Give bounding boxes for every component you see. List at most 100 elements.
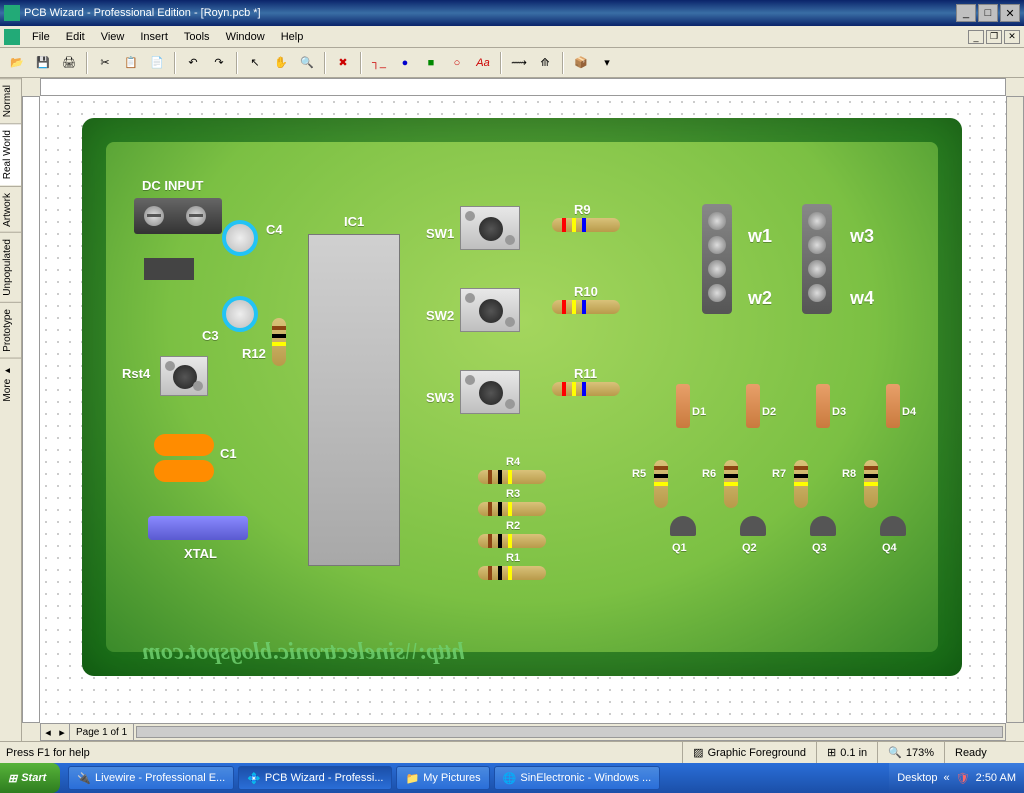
pcb-board[interactable]: DC INPUT C4 C3 R12 Rst4 xyxy=(82,118,962,676)
diode-d4[interactable] xyxy=(886,384,900,428)
terminal-block-2[interactable] xyxy=(802,204,832,314)
tray-shield-icon[interactable]: 🛡 xyxy=(956,772,970,785)
resistor-r1[interactable] xyxy=(478,566,546,580)
dc-input-terminal[interactable] xyxy=(134,198,222,234)
resistor-r7[interactable] xyxy=(794,460,808,508)
menu-edit[interactable]: Edit xyxy=(58,28,93,46)
cap-c1b[interactable] xyxy=(154,460,214,482)
transistor-q4[interactable] xyxy=(880,516,906,536)
mdi-restore-button[interactable]: ❐ xyxy=(986,30,1002,44)
cap-c1a[interactable] xyxy=(154,434,214,456)
text-tool[interactable]: Aa xyxy=(472,52,494,74)
tab-artwork[interactable]: Artwork xyxy=(0,186,21,233)
tab-unpopulated[interactable]: Unpopulated xyxy=(0,232,21,302)
diode-d2[interactable] xyxy=(746,384,760,428)
delete-button[interactable]: ✖ xyxy=(332,52,354,74)
menu-tools[interactable]: Tools xyxy=(176,28,218,46)
minimize-button[interactable]: _ xyxy=(956,4,976,22)
clock[interactable]: 2:50 AM xyxy=(976,772,1016,784)
route-tool[interactable]: ⟿ xyxy=(508,52,530,74)
ic1-chip[interactable] xyxy=(308,234,400,566)
tab-normal[interactable]: Normal xyxy=(0,78,21,123)
unroute-tool[interactable]: ⟰ xyxy=(534,52,556,74)
terminal-block-1[interactable] xyxy=(702,204,732,314)
resistor-r4[interactable] xyxy=(478,470,546,484)
rect-tool[interactable]: ■ xyxy=(420,52,442,74)
label-r7[interactable]: R7 xyxy=(772,468,786,480)
redo-button[interactable]: ↷ xyxy=(208,52,230,74)
status-zoom[interactable]: 🔍173% xyxy=(877,742,944,763)
menu-file[interactable]: File xyxy=(24,28,58,46)
select-tool[interactable]: ↖ xyxy=(244,52,266,74)
ellipse-tool[interactable]: ○ xyxy=(446,52,468,74)
label-d1: D1 xyxy=(692,406,706,418)
resistor-r5[interactable] xyxy=(654,460,668,508)
label-q3: Q3 xyxy=(812,542,827,554)
tab-real-world[interactable]: Real World xyxy=(0,123,21,185)
status-grid[interactable]: ⊞0.1 in xyxy=(816,742,877,763)
menu-view[interactable]: View xyxy=(93,28,133,46)
close-button[interactable]: ✕ xyxy=(1000,4,1020,22)
desktop-toolbar[interactable]: Desktop xyxy=(897,772,937,784)
switch-rst[interactable] xyxy=(160,356,208,396)
view-tabs: Normal Real World Artwork Unpopulated Pr… xyxy=(0,78,22,741)
tab-prototype[interactable]: Prototype xyxy=(0,302,21,358)
transistor-q3[interactable] xyxy=(810,516,836,536)
crystal[interactable] xyxy=(148,516,248,540)
track-tool[interactable]: ┐_ xyxy=(368,52,390,74)
diode-d3[interactable] xyxy=(816,384,830,428)
task-sinelectronic[interactable]: 🌐SinElectronic - Windows ... xyxy=(494,766,661,790)
switch-sw2[interactable] xyxy=(460,288,520,332)
transistor-q2[interactable] xyxy=(740,516,766,536)
app-icon xyxy=(4,5,20,21)
undo-button[interactable]: ↶ xyxy=(182,52,204,74)
resistor-r9[interactable] xyxy=(552,218,620,232)
horizontal-scrollbar[interactable]: ◂ ▸ Page 1 of 1 xyxy=(40,723,1006,741)
menu-help[interactable]: Help xyxy=(273,28,312,46)
task-my-pictures[interactable]: 📁My Pictures xyxy=(396,766,489,790)
resistor-r10[interactable] xyxy=(552,300,620,314)
label-xtal: XTAL xyxy=(184,546,217,561)
save-button[interactable]: 💾 xyxy=(32,52,54,74)
resistor-r2[interactable] xyxy=(478,534,546,548)
page-indicator: Page 1 of 1 xyxy=(69,724,134,740)
task-pcb-wizard[interactable]: 💠PCB Wizard - Professi... xyxy=(238,766,392,790)
regulator-chip[interactable] xyxy=(144,258,194,280)
paste-button[interactable]: 📄 xyxy=(146,52,168,74)
maximize-button[interactable]: □ xyxy=(978,4,998,22)
resistor-r8[interactable] xyxy=(864,460,878,508)
tray-chevron-icon[interactable]: « xyxy=(944,772,950,784)
print-button[interactable]: 🖨 xyxy=(58,52,80,74)
label-d2: D2 xyxy=(762,406,776,418)
vertical-scrollbar[interactable] xyxy=(1006,96,1024,723)
canvas[interactable]: DC INPUT C4 C3 R12 Rst4 xyxy=(40,96,1006,723)
diode-d1[interactable] xyxy=(676,384,690,428)
status-help: Press F1 for help xyxy=(0,742,682,763)
dropdown-icon[interactable]: ▾ xyxy=(596,52,618,74)
tab-more[interactable]: More ▸ xyxy=(0,358,21,408)
task-livewire[interactable]: 🔌Livewire - Professional E... xyxy=(68,766,234,790)
resistor-r11[interactable] xyxy=(552,382,620,396)
cut-button[interactable]: ✂ xyxy=(94,52,116,74)
switch-sw1[interactable] xyxy=(460,206,520,250)
resistor-r12[interactable] xyxy=(272,318,286,366)
mdi-close-button[interactable]: ✕ xyxy=(1004,30,1020,44)
copy-button[interactable]: 📋 xyxy=(120,52,142,74)
status-layer[interactable]: ▨Graphic Foreground xyxy=(682,742,816,763)
resistor-r6[interactable] xyxy=(724,460,738,508)
switch-sw3[interactable] xyxy=(460,370,520,414)
menu-window[interactable]: Window xyxy=(218,28,273,46)
capacitor-c4[interactable] xyxy=(222,220,258,256)
board-url-text: http:\\sinelectronic.blogspot.com xyxy=(142,639,465,666)
label-sw2: SW2 xyxy=(426,308,454,323)
mdi-minimize-button[interactable]: _ xyxy=(968,30,984,44)
resistor-r3[interactable] xyxy=(478,502,546,516)
library-button[interactable]: 📦 xyxy=(570,52,592,74)
open-button[interactable]: 📂 xyxy=(6,52,28,74)
pan-tool[interactable]: ✋ xyxy=(270,52,292,74)
capacitor-c3[interactable] xyxy=(222,296,258,332)
zoom-tool[interactable]: 🔍 xyxy=(296,52,318,74)
menu-insert[interactable]: Insert xyxy=(132,28,176,46)
transistor-q1[interactable] xyxy=(670,516,696,536)
pad-tool[interactable]: ● xyxy=(394,52,416,74)
